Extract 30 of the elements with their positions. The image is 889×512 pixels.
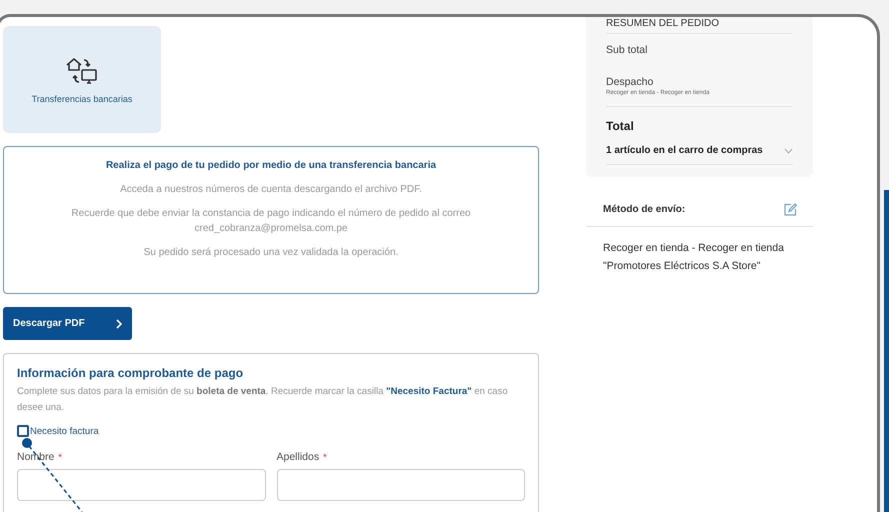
invoice-checkbox[interactable] — [17, 425, 29, 437]
edit-icon[interactable] — [784, 203, 797, 216]
cart-toggle[interactable]: 1 artículo en el carro de compras — [606, 133, 793, 165]
chevron-right-icon — [116, 318, 122, 328]
payment-option-label: Transferencias bancarias — [32, 94, 132, 104]
download-pdf-button[interactable]: Descargar PDF — [3, 307, 132, 340]
subtotal-label: Sub total — [606, 44, 648, 56]
chevron-icon — [784, 148, 793, 154]
form-title: Información para comprobante de pago — [17, 366, 244, 380]
shipping-label: Despacho — [606, 76, 654, 88]
field-label: Apellidos — [276, 451, 320, 463]
info-text: Acceda a nuestros números de cuenta descargando el archivo PDF. — [120, 184, 422, 195]
shipping-method-title: Método de envío: — [603, 204, 686, 215]
field-label: Nombre — [17, 451, 54, 463]
shipping-method-text: "Promotores Eléctricos S.A Store" — [603, 260, 762, 272]
payment-option-card[interactable]: Transferencias bancarias — [3, 26, 161, 133]
info-title: Realiza el pago de tu pedido por medio de una transferencia bancaria — [106, 160, 436, 171]
form-description: Complete sus datos para la emisión de su boleta de venta. Recuerde marcar la casilla "Necesito Factura" en caso desee una. — [17, 385, 509, 415]
summary-title: RESUMEN DEL PEDIDO — [606, 18, 793, 34]
total-label: Total — [606, 119, 635, 133]
required-mark: * — [58, 452, 62, 462]
required-mark: * — [323, 452, 327, 462]
info-text: Recuerde que debe enviar la constancia de pago indicando el número de pedido al correo — [71, 208, 471, 219]
shipping-method-text: Recoger en tienda - Recoger en tienda — [603, 242, 785, 254]
input-field[interactable] — [17, 469, 266, 501]
info-text: cred_cobranza@promelsa.com.pe — [194, 223, 348, 234]
house-computer-transfer-icon — [65, 56, 99, 86]
checkbox-label[interactable]: Necesito factura — [30, 426, 99, 436]
info-text: Su pedido será procesado una vez validada la operación. — [144, 247, 398, 258]
input-field[interactable] — [276, 469, 525, 501]
